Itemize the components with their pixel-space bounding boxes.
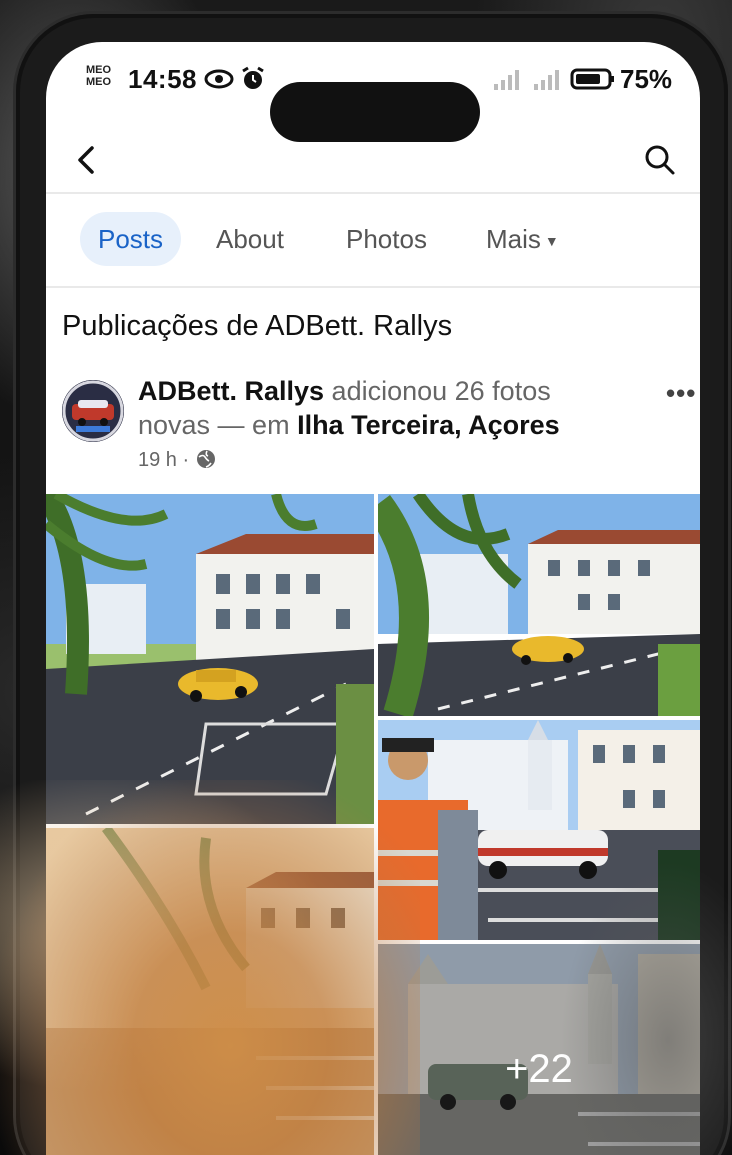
header-divider: [46, 192, 700, 194]
photo-1[interactable]: [46, 494, 374, 824]
post-author[interactable]: ADBett. Rallys: [138, 376, 324, 406]
photo-4[interactable]: [46, 828, 374, 1155]
tab-label: Photos: [346, 224, 427, 254]
status-bar: MEO MEO 14:58 75%: [46, 42, 700, 142]
post-time[interactable]: 19 h: [138, 449, 177, 471]
phone-frame: MEO MEO 14:58 75% Posts About Photos Mai…: [16, 14, 728, 1155]
alarm-icon: [242, 66, 264, 89]
search-button[interactable]: [638, 138, 682, 182]
post-description: ADBett. Rallys adicionou 26 fotos novas …: [138, 374, 628, 442]
top-navigation: [46, 132, 700, 196]
profile-tabs: Posts About Photos Mais ▼: [46, 208, 700, 272]
rally-dust-photo: [46, 828, 374, 1155]
avatar-image: [62, 380, 124, 442]
photo-3[interactable]: [378, 720, 700, 940]
battery-percent: 75%: [620, 64, 673, 94]
rally-car-street-photo: [46, 494, 374, 824]
photo-5-more[interactable]: +22: [378, 944, 700, 1155]
meta-separator: ·: [176, 449, 195, 471]
avatar[interactable]: [62, 380, 124, 442]
section-title: Publicações de ADBett. Rallys: [62, 310, 453, 342]
caret-down-icon: ▼: [544, 233, 559, 250]
eye-icon: [204, 69, 234, 89]
rally-car-street-photo: [378, 494, 700, 716]
carrier-line-2: MEO: [86, 76, 112, 88]
post-header: ADBett. Rallys adicionou 26 fotos novas …: [62, 364, 695, 474]
battery-icon: [570, 68, 614, 90]
app-screen: MEO MEO 14:58 75% Posts About Photos Mai…: [46, 42, 700, 1155]
back-button[interactable]: [66, 138, 110, 182]
photo-grid: +22: [46, 494, 700, 1155]
post-options-button[interactable]: •••: [666, 378, 696, 409]
photo-2[interactable]: [378, 494, 700, 716]
tab-label: About: [216, 224, 284, 254]
clock: 14:58: [128, 64, 197, 94]
post-meta: 19 h ·: [138, 448, 217, 472]
more-photos-overlay[interactable]: +22: [378, 944, 700, 1155]
tab-label: Mais: [486, 224, 541, 254]
globe-icon: [196, 450, 215, 468]
tab-more[interactable]: Mais ▼: [486, 212, 559, 266]
tab-about[interactable]: About: [216, 212, 284, 266]
tab-posts[interactable]: Posts: [80, 212, 182, 266]
rally-car-marshal-photo: [378, 720, 700, 940]
carrier-label: MEO MEO: [86, 64, 111, 88]
signal-icon: [494, 70, 519, 90]
post-location[interactable]: Ilha Terceira, Açores: [297, 410, 560, 440]
carrier-line-1: MEO: [86, 64, 112, 76]
tab-label: Posts: [98, 224, 164, 254]
tab-photos[interactable]: Photos: [346, 212, 427, 266]
tabs-divider: [46, 286, 700, 288]
signal-icon: [534, 70, 559, 90]
more-photos-count: +22: [505, 1046, 573, 1091]
